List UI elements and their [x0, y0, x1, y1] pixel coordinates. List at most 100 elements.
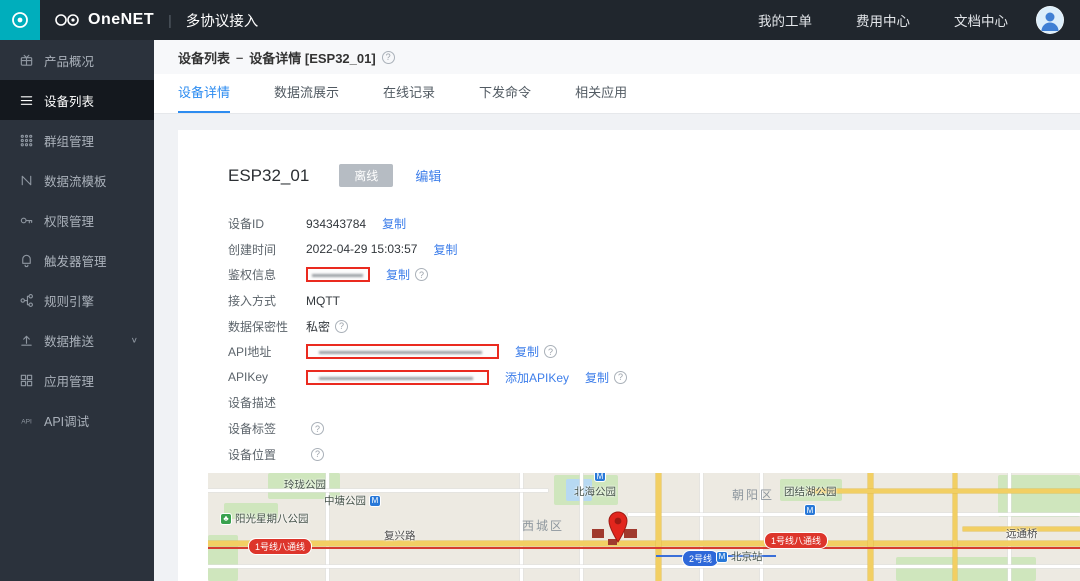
- api-debug-icon: API: [18, 412, 34, 428]
- field-row-device-id: 设备ID 934343784 复制: [228, 211, 1080, 237]
- copy-link[interactable]: 复制: [433, 241, 457, 258]
- group-management-icon: [18, 132, 34, 148]
- sidebar-item-trigger-management[interactable]: 触发器管理: [0, 240, 154, 280]
- map-road: [208, 489, 548, 492]
- topbar-link-my-tickets[interactable]: 我的工单: [758, 10, 812, 30]
- redacted-value-box: [306, 267, 370, 283]
- map-label: 团结湖公园: [784, 486, 837, 498]
- map-label: 北海公园: [574, 486, 616, 498]
- logo-text: OneNET: [88, 11, 155, 28]
- topbar-nav: 我的工单 费用中心 文档中心: [758, 10, 1008, 30]
- field-label: 设备描述: [228, 396, 277, 411]
- main-content: 设备列表 – 设备详情 [ESP32_01] ? 设备详情 数据流展示 在线记录 下发…: [154, 40, 1080, 581]
- copy-link[interactable]: 复制: [386, 266, 410, 283]
- permission-management-icon: [18, 212, 34, 228]
- help-icon[interactable]: ?: [381, 50, 395, 64]
- park-icon: ♣: [220, 512, 232, 525]
- add-apikey-link[interactable]: 添加APIKey: [505, 369, 569, 386]
- onenet-logo[interactable]: OneNET: [54, 11, 154, 29]
- help-icon[interactable]: ?: [311, 447, 324, 461]
- map-park-area: [896, 557, 1036, 581]
- sidebar-item-label: 数据推送: [44, 334, 95, 349]
- field-row-auth-info: 鉴权信息 复制?: [228, 262, 1080, 288]
- map-road: [208, 565, 1080, 568]
- copy-link[interactable]: 复制: [382, 215, 406, 232]
- onenet-logo-mark-icon: [55, 14, 79, 26]
- sidebar-item-data-push[interactable]: 数据推送 ∨: [0, 320, 154, 360]
- map-label: M 北京站: [716, 549, 763, 564]
- onenet-logo-icon[interactable]: [0, 0, 40, 40]
- sidebar-item-permission-management[interactable]: 权限管理: [0, 200, 154, 240]
- status-badge: 离线: [339, 164, 394, 187]
- field-value: 934343784: [306, 216, 367, 231]
- map-label: 复兴路: [384, 530, 416, 542]
- redacted-value-box: [306, 344, 499, 360]
- help-icon[interactable]: ?: [614, 370, 628, 384]
- metro-station-icon: M: [369, 494, 381, 507]
- field-value: 2022-04-29 15:03:57: [306, 242, 418, 257]
- field-label: APIKey: [228, 370, 269, 385]
- field-label: API地址: [228, 345, 272, 360]
- field-label: 设备位置: [228, 447, 277, 462]
- sidebar-item-label: 数据流模板: [44, 174, 107, 189]
- product-name: 多协议接入: [185, 13, 259, 30]
- copy-link[interactable]: 复制: [585, 369, 609, 386]
- sidebar-item-app-management[interactable]: 应用管理: [0, 360, 154, 400]
- tab-related-app[interactable]: 相关应用: [575, 74, 627, 113]
- map-road: [808, 489, 1080, 493]
- map-pin-icon: [608, 511, 628, 543]
- map-label: 西城区: [522, 519, 565, 533]
- topbar-link-doc-center[interactable]: 文档中心: [954, 10, 1008, 30]
- field-row-api-address: API地址 复制?: [228, 339, 1080, 365]
- sidebar-item-label: 群组管理: [44, 134, 95, 149]
- svg-text:API: API: [21, 418, 32, 425]
- help-icon[interactable]: ?: [544, 345, 558, 359]
- metro-station-icon: M: [594, 473, 606, 482]
- topbar-link-cost-center[interactable]: 费用中心: [856, 10, 910, 30]
- field-row-tags: 设备标签?: [228, 416, 1080, 442]
- map-road: [628, 513, 1080, 516]
- help-icon[interactable]: ?: [415, 268, 429, 282]
- help-icon[interactable]: ?: [311, 422, 324, 436]
- breadcrumb-parent[interactable]: 设备列表: [178, 48, 230, 67]
- data-push-icon: [18, 332, 34, 348]
- field-row-create-time: 创建时间 2022-04-29 15:03:57 复制: [228, 237, 1080, 263]
- field-row-protocol: 接入方式 MQTT: [228, 288, 1080, 314]
- metro-station-icon: M: [716, 550, 728, 563]
- app-management-icon: [18, 372, 34, 388]
- device-location-map[interactable]: 玲珑公园 中塘公园 M ♣ 阳光星期八公园 北海公园 M 西城区 朝阳区 团结湖公园 M 复兴路 1号线…: [208, 473, 1080, 581]
- topbar-divider: |: [168, 12, 172, 28]
- sidebar-item-label: 设备列表: [44, 94, 95, 109]
- tab-online-record[interactable]: 在线记录: [383, 74, 435, 113]
- rule-engine-icon: [18, 292, 34, 308]
- field-label: 设备标签: [228, 422, 277, 437]
- trigger-management-icon: [18, 252, 34, 268]
- map-building: [592, 529, 604, 538]
- field-label: 鉴权信息: [228, 268, 277, 283]
- sidebar-menu: 产品概况 设备列表 群组管理 数据流模板 权限管理 触发器管理 规则引擎 数据推送 ∨ 应用管理 A…: [0, 40, 154, 440]
- product-overview-icon: [18, 52, 34, 68]
- sidebar-item-rule-engine[interactable]: 规则引擎: [0, 280, 154, 320]
- tab-send-command[interactable]: 下发命令: [479, 74, 531, 113]
- device-title-row: ESP32_01 离线 编辑: [178, 130, 1080, 187]
- map-label: 远通桥: [1006, 528, 1038, 540]
- sidebar-item-api-debug[interactable]: API API调试: [0, 400, 154, 440]
- metro-line-1: [208, 547, 1080, 549]
- help-icon[interactable]: ?: [335, 319, 349, 333]
- sidebar-item-label: 产品概况: [44, 54, 95, 69]
- map-label: 1号线八通线: [764, 532, 829, 549]
- device-detail-card: ESP32_01 离线 编辑 设备ID 934343784 复制 创建时间 2022-0…: [178, 130, 1080, 581]
- field-row-description: 设备描述: [228, 390, 1080, 416]
- sidebar-item-label: 触发器管理: [44, 254, 107, 269]
- sidebar-item-datastream-template[interactable]: 数据流模板: [0, 160, 154, 200]
- metro-station-icon: M: [804, 504, 816, 516]
- sidebar-item-device-list[interactable]: 设备列表: [0, 80, 154, 120]
- tab-datastream-display[interactable]: 数据流展示: [274, 74, 339, 113]
- copy-link[interactable]: 复制: [515, 343, 539, 360]
- field-row-privacy: 数据保密性 私密?: [228, 313, 1080, 339]
- sidebar-item-product-overview[interactable]: 产品概况: [0, 40, 154, 80]
- tab-device-detail[interactable]: 设备详情: [178, 74, 231, 113]
- sidebar-item-group-management[interactable]: 群组管理: [0, 120, 154, 160]
- edit-button[interactable]: 编辑: [415, 166, 441, 185]
- avatar[interactable]: [1036, 6, 1064, 34]
